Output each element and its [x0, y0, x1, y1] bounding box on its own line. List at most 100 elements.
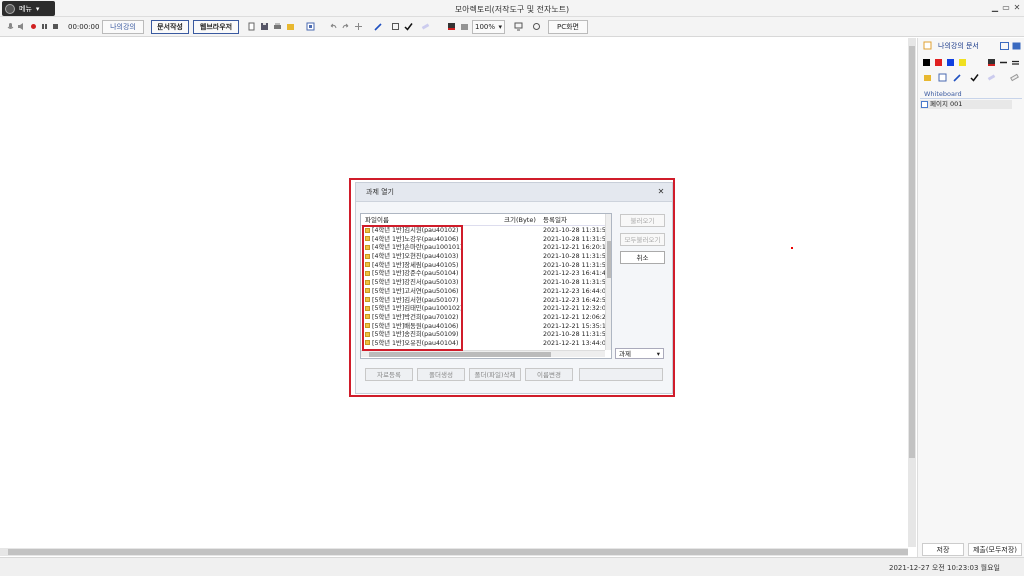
horizontal-scrollbar[interactable]: [0, 548, 908, 556]
load-all-button[interactable]: 모두불러오기: [620, 233, 665, 246]
column-date[interactable]: 등록일자: [543, 214, 567, 226]
list-view-icon[interactable]: [1012, 42, 1021, 50]
text-box-icon[interactable]: [391, 22, 400, 31]
recording-timer: 00:00:00: [68, 23, 100, 31]
close-icon[interactable]: ✕: [656, 186, 666, 198]
file-date: 2021-10-28 11:31:56: [543, 235, 610, 243]
scroll-thumb[interactable]: [8, 549, 908, 555]
file-date: 2021-12-21 16:20:13: [543, 244, 610, 252]
file-date: 2021-12-23 16:44:03: [543, 287, 610, 295]
stop-icon[interactable]: [51, 22, 60, 31]
zoom-value: 100%: [475, 23, 496, 31]
doc-create-button[interactable]: 문서작성: [151, 20, 189, 34]
web-browser-button[interactable]: 웹브라우저: [193, 20, 239, 34]
load-button[interactable]: 불러오기: [620, 214, 665, 227]
redo-icon[interactable]: [341, 22, 350, 31]
open-folder-icon[interactable]: [286, 22, 295, 31]
file-date: 2021-12-23 16:42:56: [543, 296, 610, 304]
cursor-dot: [791, 247, 793, 249]
my-lecture-button[interactable]: 나의강의: [102, 20, 144, 34]
rename-button[interactable]: 이름변경: [525, 368, 573, 381]
eraser-icon[interactable]: [421, 22, 430, 31]
color-swatch-black[interactable]: [923, 59, 930, 66]
status-bar: 2021-12-27 오전 10:23:03 월요일: [0, 557, 1024, 576]
panel-title: 나의강의 문서: [938, 42, 979, 50]
category-select[interactable]: 과제 ▾: [615, 348, 664, 359]
file-date: 2021-12-21 15:35:14: [543, 322, 610, 330]
color-picker-icon[interactable]: [987, 58, 996, 67]
color-picker-icon[interactable]: [447, 22, 456, 31]
thick-line-icon[interactable]: [1011, 58, 1020, 67]
color-swatch-blue[interactable]: [947, 59, 954, 66]
file-list-hscroll[interactable]: [361, 350, 605, 357]
microphone-icon[interactable]: [6, 22, 15, 31]
color-swatch-yellow[interactable]: [959, 59, 966, 66]
zoom-select[interactable]: 100% ▾: [472, 20, 505, 34]
record-icon[interactable]: [29, 22, 38, 31]
dialog-title: 과제 열기 ✕: [356, 183, 672, 202]
submit-all-button[interactable]: 제출(모두저장): [968, 543, 1022, 556]
eraser-icon[interactable]: [987, 73, 996, 82]
pen-icon[interactable]: [374, 22, 383, 31]
scroll-thumb[interactable]: [607, 241, 611, 278]
clear-eraser-icon[interactable]: [1010, 73, 1019, 82]
file-date: 2021-12-21 12:06:28: [543, 313, 610, 321]
title-bar: 메뉴 ▾ 모아렉토리(저작도구 및 전자노트) ▁ ▭ ✕: [0, 0, 1024, 17]
color-swatch-red[interactable]: [935, 59, 942, 66]
save-button[interactable]: 저장: [922, 543, 964, 556]
file-date: 2021-10-28 11:31:55: [543, 227, 610, 234]
scroll-thumb[interactable]: [909, 46, 915, 458]
delete-button[interactable]: 폴더(파일)삭제: [469, 368, 521, 381]
pen-icon[interactable]: [953, 73, 962, 82]
check-icon[interactable]: [970, 73, 979, 82]
file-date: 2021-10-28 11:31:55: [543, 253, 610, 261]
cancel-button[interactable]: 취소: [620, 251, 665, 264]
register-button[interactable]: 자료등록: [365, 368, 413, 381]
minimize-icon[interactable]: ▁: [990, 3, 1000, 13]
new-document-icon[interactable]: [247, 22, 256, 31]
close-icon[interactable]: ✕: [1012, 3, 1022, 13]
refresh-icon[interactable]: [532, 22, 541, 31]
screen-capture-icon[interactable]: [306, 22, 315, 31]
right-panel: 나의강의 문서 Whiteboard 페이지 001 저장 제출(모두저장): [917, 38, 1024, 557]
name-input[interactable]: [579, 368, 663, 381]
new-folder-button[interactable]: 폴더생성: [417, 368, 465, 381]
notebook-icon: [923, 41, 932, 50]
dialog-title-text: 과제 열기: [366, 188, 394, 196]
print-icon[interactable]: [273, 22, 282, 31]
status-datetime: 2021-12-27 오전 10:23:03 월요일: [889, 564, 1000, 572]
chevron-down-icon: ▾: [656, 350, 660, 358]
app-title: 모아렉토리(저작도구 및 전자노트): [454, 5, 570, 14]
screen-capture-icon[interactable]: [938, 73, 947, 82]
check-icon[interactable]: [404, 22, 413, 31]
page-item-label: 페이지 001: [930, 100, 963, 108]
save-icon[interactable]: [260, 22, 269, 31]
scroll-thumb[interactable]: [369, 352, 551, 357]
grid-view-icon[interactable]: [1000, 42, 1009, 50]
move-icon[interactable]: [354, 22, 363, 31]
page-list-item[interactable]: 페이지 001: [920, 100, 1012, 109]
names-highlight-outline: [362, 225, 463, 351]
category-value: 과제: [619, 350, 631, 358]
file-list-vscroll[interactable]: [605, 214, 611, 350]
file-date: 2021-12-23 16:41:40: [543, 270, 610, 278]
page-checkbox[interactable]: [921, 101, 928, 108]
main-toolbar: 00:00:00 나의강의 문서작성 웹브라우저 100% ▾ PC화면: [0, 17, 1024, 37]
thin-line-icon[interactable]: [999, 58, 1008, 67]
line-width-icon[interactable]: [460, 22, 469, 31]
restore-icon[interactable]: ▭: [1001, 3, 1011, 13]
speaker-icon[interactable]: [17, 22, 26, 31]
undo-icon[interactable]: [329, 22, 338, 31]
pc-screen-button[interactable]: PC화면: [548, 20, 588, 34]
file-date: 2021-12-21 13:44:02: [543, 339, 610, 347]
monitor-icon[interactable]: [514, 22, 523, 31]
vertical-scrollbar[interactable]: [908, 38, 916, 547]
open-folder-icon[interactable]: [923, 73, 932, 82]
whiteboard-header: Whiteboard: [920, 90, 1022, 99]
file-date: 2021-10-28 11:31:56: [543, 261, 610, 269]
pause-icon[interactable]: [40, 22, 49, 31]
chevron-down-icon: ▾: [498, 23, 502, 31]
column-size[interactable]: 크기(Byte): [504, 214, 536, 226]
file-date: 2021-10-28 11:31:56: [543, 331, 610, 339]
file-date: 2021-10-28 11:31:56: [543, 279, 610, 287]
